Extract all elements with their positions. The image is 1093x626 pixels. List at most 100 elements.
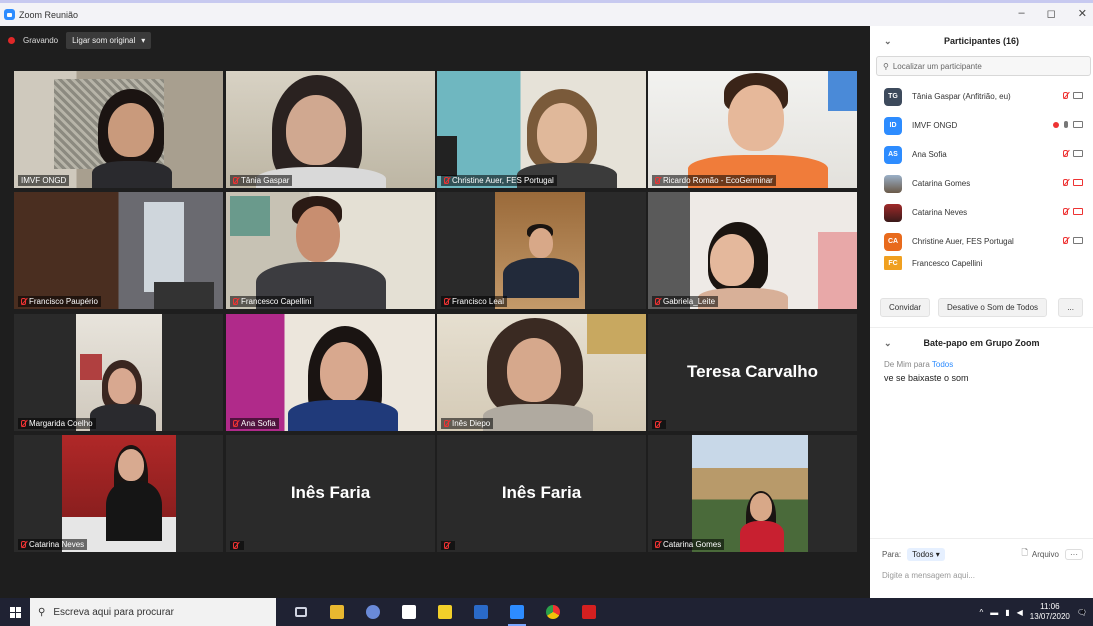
mic-muted-icon[interactable]: [1063, 237, 1068, 244]
participant-name: IMVF ONGD: [912, 121, 958, 130]
participant-row[interactable]: AS Ana Sofia: [870, 140, 1093, 169]
participant-search-input[interactable]: ⚲ Localizar um participante: [876, 56, 1091, 76]
file-button[interactable]: 🗋 Arquivo: [1021, 547, 1059, 561]
participant-display-name: Inês Faria: [501, 483, 582, 502]
video-tile[interactable]: Francesco Capellini: [226, 192, 435, 309]
chat-more-button[interactable]: ···: [1065, 548, 1083, 560]
mute-all-button[interactable]: Desative o Som de Todos: [938, 298, 1048, 317]
participant-name: Catarina Gomes: [912, 179, 971, 188]
minimize-button[interactable]: –: [1019, 7, 1025, 20]
search-icon: ⚲: [883, 61, 889, 71]
collapse-chevron-icon[interactable]: ⌄: [884, 338, 892, 349]
video-tile[interactable]: Gabriela_Leite: [648, 192, 857, 309]
more-options-button[interactable]: ...: [1058, 298, 1083, 317]
participant-name-label: IMVF ONGD: [18, 175, 70, 186]
recipient-dropdown[interactable]: Todos ▾: [907, 547, 945, 561]
original-sound-label: Ligar som original: [72, 36, 136, 45]
participant-row[interactable]: Catarina Gomes: [870, 169, 1093, 198]
maximize-button[interactable]: ◻: [1047, 7, 1056, 20]
participant-name-label: Gabriela_Leite: [652, 296, 719, 307]
network-icon[interactable]: ▬: [990, 608, 998, 617]
notifications-icon[interactable]: 🗨 4: [1077, 608, 1087, 617]
video-tile[interactable]: Ana Sofia: [226, 314, 435, 431]
mic-muted-icon[interactable]: [1063, 179, 1068, 186]
camera-icon: [1073, 121, 1083, 128]
video-tile[interactable]: Catarina Gomes: [648, 435, 857, 552]
clock[interactable]: 11:06 13/07/2020: [1030, 602, 1070, 622]
store-icon[interactable]: [398, 601, 420, 623]
sticky-notes-icon[interactable]: [434, 601, 456, 623]
chevron-up-icon[interactable]: ^: [979, 608, 983, 617]
chat-input[interactable]: Digite a mensagem aqui...: [870, 561, 1093, 590]
participant-actions: Convidar Desative o Som de Todos ...: [870, 288, 1093, 328]
window-title: Zoom Reunião: [19, 9, 79, 20]
video-tile[interactable]: Francisco Leal: [437, 192, 646, 309]
outlook-icon[interactable]: [470, 601, 492, 623]
video-tile[interactable]: Francisco Paupério: [14, 192, 223, 309]
recording-icon: [8, 37, 15, 44]
participant-name: Christine Auer, FES Portugal: [912, 237, 1014, 246]
participant-row[interactable]: CA Christine Auer, FES Portugal: [870, 227, 1093, 256]
paint-icon[interactable]: [362, 601, 384, 623]
chat-recipient-link[interactable]: Todos: [932, 360, 953, 369]
battery-icon[interactable]: ▮: [1005, 608, 1009, 617]
mic-muted-icon[interactable]: [1063, 150, 1068, 157]
avatar: CA: [884, 232, 902, 251]
taskbar-search-box[interactable]: ⚲ Escreva aqui para procurar: [30, 598, 276, 626]
camera-off-icon: [1073, 208, 1083, 215]
mic-muted-icon: [21, 420, 26, 427]
acrobat-icon[interactable]: [578, 601, 600, 623]
participant-row[interactable]: ID IMVF ONGD: [870, 111, 1093, 140]
avatar: AS: [884, 145, 902, 164]
mic-muted-icon: [21, 541, 26, 548]
video-tile[interactable]: Ricardo Romão - EcoGerminar: [648, 71, 857, 188]
mic-muted-icon[interactable]: [1063, 208, 1068, 215]
camera-icon: [1073, 237, 1083, 244]
collapse-chevron-icon[interactable]: ⌄: [884, 36, 892, 47]
zoom-app-icon[interactable]: [506, 601, 528, 626]
video-tile[interactable]: Margarida Coelho: [14, 314, 223, 431]
avatar: TG: [884, 87, 902, 106]
participant-row[interactable]: TG Tânia Gaspar (Anfitrião, eu): [870, 82, 1093, 111]
participant-name-label: [230, 541, 244, 550]
participant-name-label: Ricardo Romão - EcoGerminar: [652, 175, 776, 186]
close-button[interactable]: ✕: [1078, 7, 1087, 20]
task-view-icon[interactable]: [290, 601, 312, 623]
mic-muted-icon: [444, 298, 449, 305]
participant-name-label: [441, 541, 455, 550]
zoom-window: Zoom Reunião – ◻ ✕ Gravando Ligar som or…: [0, 0, 1093, 626]
original-sound-button[interactable]: Ligar som original ▾: [66, 32, 152, 49]
chevron-down-icon[interactable]: ▾: [141, 36, 145, 45]
volume-icon[interactable]: ◀: [1017, 608, 1023, 617]
taskbar-search-placeholder: Escreva aqui para procurar: [53, 606, 174, 618]
mic-icon[interactable]: [1064, 121, 1068, 128]
chat-title: Bate-papo em Grupo Zoom: [923, 338, 1040, 348]
participant-name: Ana Sofia: [912, 150, 947, 159]
mic-muted-icon: [655, 541, 660, 548]
gallery-view: Gravando Ligar som original ▾ IMVF ONGD …: [0, 26, 870, 598]
participant-row[interactable]: Catarina Neves: [870, 198, 1093, 227]
video-tile[interactable]: Tânia Gaspar: [226, 71, 435, 188]
video-tile[interactable]: Teresa Carvalho: [648, 314, 857, 431]
file-explorer-icon[interactable]: [326, 601, 348, 623]
participant-row[interactable]: FC Francesco Capellini: [870, 256, 1093, 270]
invite-button[interactable]: Convidar: [880, 298, 931, 317]
mic-muted-icon: [21, 298, 26, 305]
participant-display-name: Inês Faria: [290, 483, 371, 502]
mic-muted-icon[interactable]: [1063, 92, 1068, 99]
video-tile[interactable]: Inês Faria: [226, 435, 435, 552]
participant-name-label: Christine Auer, FES Portugal: [441, 175, 557, 186]
mic-muted-icon: [655, 298, 660, 305]
video-tile[interactable]: Inês Faria: [437, 435, 646, 552]
zoom-logo-icon: [4, 9, 15, 20]
start-button[interactable]: [0, 598, 30, 626]
video-tile[interactable]: Inês Diepo: [437, 314, 646, 431]
avatar: [884, 174, 902, 193]
participant-name-label: Inês Diepo: [441, 418, 494, 429]
chrome-icon[interactable]: [542, 601, 564, 623]
video-tile[interactable]: Christine Auer, FES Portugal: [437, 71, 646, 188]
windows-taskbar: ⚲ Escreva aqui para procurar ^ ▬ ▮ ◀ 11:…: [0, 598, 1093, 626]
video-tile[interactable]: IMVF ONGD: [14, 71, 223, 188]
notification-count: 4: [1080, 608, 1085, 616]
video-tile[interactable]: Catarina Neves: [14, 435, 223, 552]
